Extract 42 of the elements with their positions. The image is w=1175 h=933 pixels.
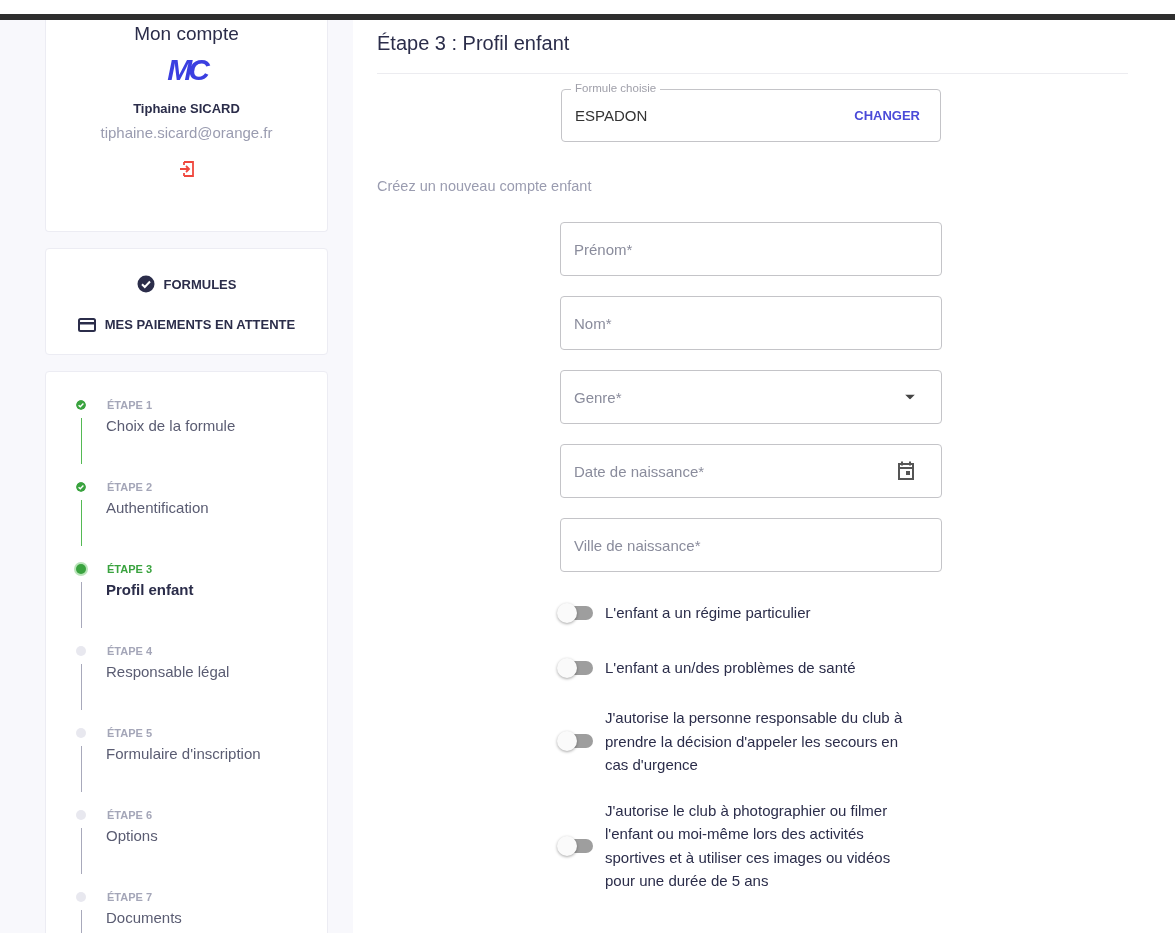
calendar-icon [897,461,915,481]
step-label: ÉTAPE 6 [107,809,153,821]
logo: MC [167,53,206,87]
step-label: ÉTAPE 3 [107,563,153,575]
step-title[interactable]: Profil enfant [106,581,194,601]
input-field[interactable]: Ville de naissance* [560,518,942,572]
step-title[interactable]: Responsable légal [106,663,230,683]
formula-value: ESPADON [575,107,648,124]
step-label: ÉTAPE 2 [107,481,153,493]
page-heading: Étape 3 : Profil enfant [377,32,571,56]
step-title[interactable]: Documents [106,909,182,929]
step-title[interactable]: Formulaire d'inscription [106,745,261,765]
toggle-switch[interactable] [559,605,593,620]
dropdown-caret-icon [905,394,915,400]
toggle-label: L'enfant a un régime particulier [605,602,812,623]
step-label: ÉTAPE 4 [107,645,153,657]
credit-card-icon [77,317,96,332]
step-label: ÉTAPE 1 [107,399,153,411]
step-title[interactable]: Options [106,827,158,847]
input-field[interactable]: Nom* [560,296,942,350]
toggle-switch[interactable] [559,734,593,749]
menu-item[interactable]: MES PAIEMENTS EN ATTENTE [77,317,296,332]
step-label: ÉTAPE 7 [107,891,153,903]
select-field[interactable]: Genre* [560,370,942,424]
intro-text: Créez un nouveau compte enfant [377,178,593,194]
change-button[interactable]: CHANGER [854,104,920,127]
toggle-switch[interactable] [559,838,593,853]
date-field[interactable]: Date de naissance* [560,444,942,498]
toggle-switch[interactable] [559,660,593,675]
step-title[interactable]: Choix de la formule [106,417,236,437]
account-title: Mon compte [134,23,239,45]
field-legend: Formule choisie [571,82,661,94]
toggle-label: J'autorise la personne responsable du club à prendre la décision d'appeler les secours en cas d'urgence [605,708,904,775]
check-circle-icon [136,275,155,293]
step-label: ÉTAPE 5 [107,727,153,739]
user-email: tiphaine.sicard@orange.fr [100,124,273,141]
menu-item[interactable]: FORMULES [136,275,237,293]
toggle-label: J'autorise le club à photographier ou filmer l'enfant ou moi-même lors des activités sportives et à utiliser ces images ou vidéos pour une durée de 5 ans [605,800,892,891]
step-title[interactable]: Authentification [106,499,209,519]
user-name: Tiphaine SICARD [133,101,240,116]
input-field[interactable]: Prénom* [560,222,942,276]
toggle-label: L'enfant a un/des problèmes de santé [605,657,857,678]
